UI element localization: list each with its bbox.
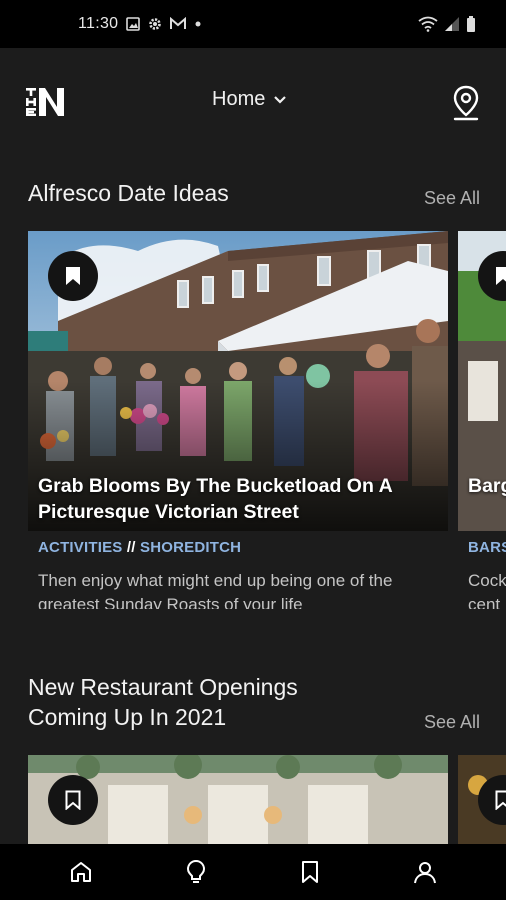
bookmark-button[interactable]	[48, 775, 98, 825]
card-description: Cock cent	[468, 571, 506, 609]
home-icon	[71, 862, 92, 882]
map-pin-icon[interactable]	[450, 84, 482, 122]
tag-category[interactable]: BARS	[468, 539, 506, 556]
see-all-alfresco[interactable]: See All	[424, 188, 480, 209]
tag-category[interactable]: ACTIVITIES	[38, 539, 123, 556]
mail-icon	[170, 17, 187, 29]
bookmark-icon	[496, 267, 506, 285]
article-card-next[interactable]: Barg BARS Cock cent	[458, 231, 506, 611]
section-title-alfresco: Alfresco Date Ideas	[28, 180, 229, 206]
wifi-icon	[418, 16, 438, 32]
logo-icon[interactable]	[26, 86, 66, 118]
user-icon	[413, 862, 436, 884]
location-label: Home	[212, 88, 266, 110]
bookmark-icon	[65, 790, 81, 810]
bottom-nav	[0, 844, 506, 900]
tag-area[interactable]: SHOREDITCH	[140, 539, 241, 556]
status-time: 11:30	[78, 15, 119, 32]
bookmark-icon	[66, 267, 80, 285]
chevron-down-icon	[274, 95, 287, 104]
dot-icon	[195, 21, 201, 27]
nav-ideas[interactable]	[176, 852, 216, 892]
top-bar: Home	[0, 48, 506, 158]
app-screen: Home Alfresco Date Ideas See All Grab Bl…	[0, 48, 506, 844]
nav-profile[interactable]	[405, 852, 445, 892]
article-card-next[interactable]	[458, 755, 506, 844]
card-description: Then enjoy what might end up being one o…	[38, 571, 393, 609]
nav-home[interactable]	[61, 852, 101, 892]
image-icon	[126, 17, 141, 31]
section-title-line2: Coming Up In 2021	[28, 704, 227, 730]
tag-separator: //	[126, 539, 136, 556]
bookmark-button[interactable]	[48, 251, 98, 301]
card-tags: ACTIVITIES // SHOREDITCH	[38, 539, 241, 556]
status-bar: 11:30	[0, 0, 506, 48]
article-card[interactable]: Grab Blooms By The Bucketload On A Pictu…	[28, 231, 448, 611]
card-title: Grab Blooms By The Bucketload On A Pictu…	[38, 475, 392, 523]
bookmark-icon	[302, 861, 319, 883]
section-title-line1: New Restaurant Openings	[28, 674, 298, 700]
article-card[interactable]	[28, 755, 448, 844]
location-selector[interactable]: Home	[212, 88, 287, 111]
nav-saved[interactable]	[290, 852, 330, 892]
lightbulb-icon	[186, 859, 205, 883]
battery-icon	[467, 16, 475, 32]
section-title-new-restaurants: New Restaurant Openings Coming Up In 202…	[28, 672, 298, 732]
signal-icon	[445, 17, 459, 31]
gear-icon	[149, 18, 162, 30]
card-title: Barg	[468, 475, 506, 497]
bookmark-icon	[495, 790, 506, 810]
see-all-new-restaurants[interactable]: See All	[424, 712, 480, 733]
